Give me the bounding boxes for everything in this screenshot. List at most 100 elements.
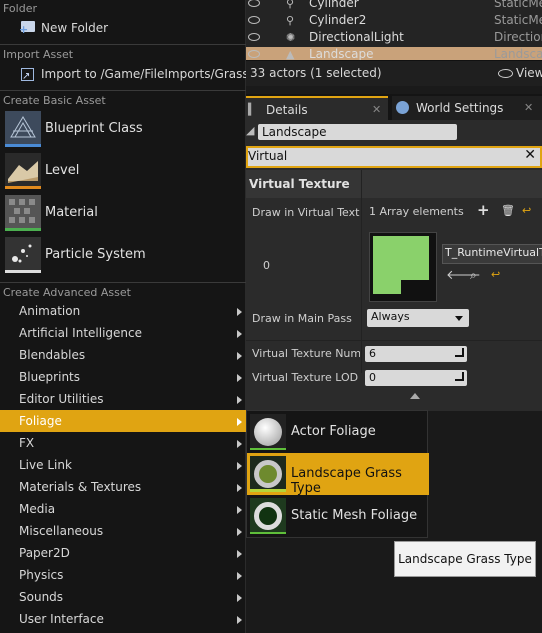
category-label: Editor Utilities [19,392,104,406]
divider [0,90,246,91]
category-label: Media [19,502,56,516]
divider [0,282,246,283]
category-item[interactable]: Blendables [0,344,246,366]
object-name-field[interactable]: Landscape [258,124,457,140]
collapse-arrow-icon[interactable] [410,393,420,399]
landscape-grass-type-icon [250,456,286,492]
category-item[interactable]: FX [0,432,246,454]
actor-name: Cylinder [309,0,359,10]
category-item[interactable]: Sounds [0,586,246,608]
outliner-row[interactable]: ⚲ Cylinder2 StaticMe [246,13,542,30]
category-item[interactable]: Media [0,498,246,520]
details-panel: ◢ Landscape Virtual ✕ Virtual Texture Dr… [246,120,542,411]
draw-main-pass-dropdown[interactable]: Always [367,309,469,327]
details-icon: ▍ [248,103,257,116]
search-input[interactable]: Virtual [248,149,287,163]
submenu-arrow-icon [237,594,242,602]
category-item[interactable]: Miscellaneous [0,520,246,542]
level-label: Level [45,163,80,178]
outliner-status-bar: 33 actors (1 selected) View [246,60,542,86]
category-label: Physics [19,568,64,582]
material-icon [5,195,41,231]
texture-asset-picker[interactable]: T_RuntimeVirtualTe [442,244,542,264]
view-options-button[interactable]: View [498,66,542,80]
category-item[interactable]: Editor Utilities [0,388,246,410]
trash-icon[interactable]: 🗑 [501,204,515,217]
close-icon[interactable]: ✕ [524,96,533,120]
visibility-eye-icon[interactable] [248,16,260,24]
level-item[interactable]: Level [0,151,246,191]
static-mesh-foliage-label: Static Mesh Foliage [291,508,418,523]
submenu-arrow-icon [237,308,242,316]
category-item[interactable]: User Interface [0,608,246,630]
eye-icon [498,69,513,78]
category-label: Blendables [19,348,86,362]
lod-bias-field[interactable]: 0 [365,370,467,386]
category-item[interactable]: Paper2D [0,542,246,564]
outliner-row[interactable]: ⚲ Cylinder StaticMe [246,0,542,13]
reset-icon[interactable]: ↩ [491,268,500,281]
blueprint-class-item[interactable]: Blueprint Class [0,109,246,149]
category-item[interactable]: Live Link [0,454,246,476]
submenu-arrow-icon [237,550,242,558]
tab-world-settings[interactable]: World Settings ✕ [392,96,542,120]
num-lods-field[interactable]: 6 [365,346,467,362]
submenu-arrow-icon [237,330,242,338]
level-icon [5,153,41,189]
actor-name: Cylinder2 [309,13,367,27]
actor-type: StaticMe [494,0,542,10]
draw-in-vt-label: Draw in Virtual Textur [252,206,360,219]
tab-details[interactable]: ▍ Details ✕ [246,96,388,122]
context-menu: Folder + New Folder Import Asset ↗ Impor… [0,0,260,633]
actor-count: 33 actors (1 selected) [250,66,382,80]
import-asset-button[interactable]: ↗ Import to /Game/FileImports/Grass... [0,62,260,86]
submenu-arrow-icon [237,572,242,580]
section-header-basic: Create Basic Asset [3,94,106,107]
draw-main-pass-value: Always [371,310,410,323]
actor-foliage-icon [250,414,286,450]
details-search-box[interactable]: Virtual ✕ [246,146,542,168]
category-item[interactable]: Artificial Intelligence [0,322,246,344]
visibility-eye-icon[interactable] [248,33,260,41]
view-options-label: View [516,66,542,80]
browse-icon[interactable]: ⌕ [470,268,477,283]
actor-icon: ◢ [246,124,255,137]
section-header-import: Import Asset [3,48,74,61]
new-folder-button[interactable]: + New Folder [0,16,246,40]
blueprint-color-bar [5,144,41,147]
visibility-eye-icon[interactable] [248,0,260,7]
actor-foliage-label: Actor Foliage [291,424,376,439]
actor-name: Landscape [309,47,374,61]
drag-handle-icon[interactable] [455,348,464,357]
globe-icon [396,101,409,114]
category-item[interactable]: Animation [0,300,246,322]
landscape-grass-type-item[interactable]: Landscape Grass Type [247,453,429,496]
actor-type: StaticMe [494,13,542,27]
outliner-row[interactable]: ✺ DirectionalLight Direction [246,30,542,47]
add-element-icon[interactable]: + [477,201,490,219]
submenu-arrow-icon [237,462,242,470]
category-label: User Interface [19,612,104,626]
particle-system-item[interactable]: Particle System [0,235,246,275]
visibility-eye-icon[interactable] [248,50,260,58]
category-item[interactable]: Physics [0,564,246,586]
clear-search-icon[interactable]: ✕ [524,147,536,163]
category-item[interactable]: Blueprints [0,366,246,388]
category-item[interactable]: Materials & Textures [0,476,246,498]
material-item[interactable]: Material [0,193,246,233]
submenu-arrow-icon [237,528,242,536]
drag-handle-icon[interactable] [455,372,464,381]
category-header[interactable]: Virtual Texture [246,170,542,198]
close-icon[interactable]: ✕ [372,98,381,122]
static-mesh-foliage-item[interactable]: Static Mesh Foliage [247,495,429,537]
actor-type: Direction [494,30,542,44]
actor-foliage-item[interactable]: Actor Foliage [247,411,429,453]
particle-color-bar [5,270,41,273]
category-item[interactable]: Foliage [0,410,246,432]
static-mesh-foliage-icon [250,498,286,534]
submenu-arrow-icon [237,374,242,382]
reset-icon[interactable]: ↩ [522,204,531,217]
category-label: Artificial Intelligence [19,326,142,340]
import-arrow-icon: ↗ [22,71,31,82]
texture-thumbnail[interactable] [369,232,437,302]
